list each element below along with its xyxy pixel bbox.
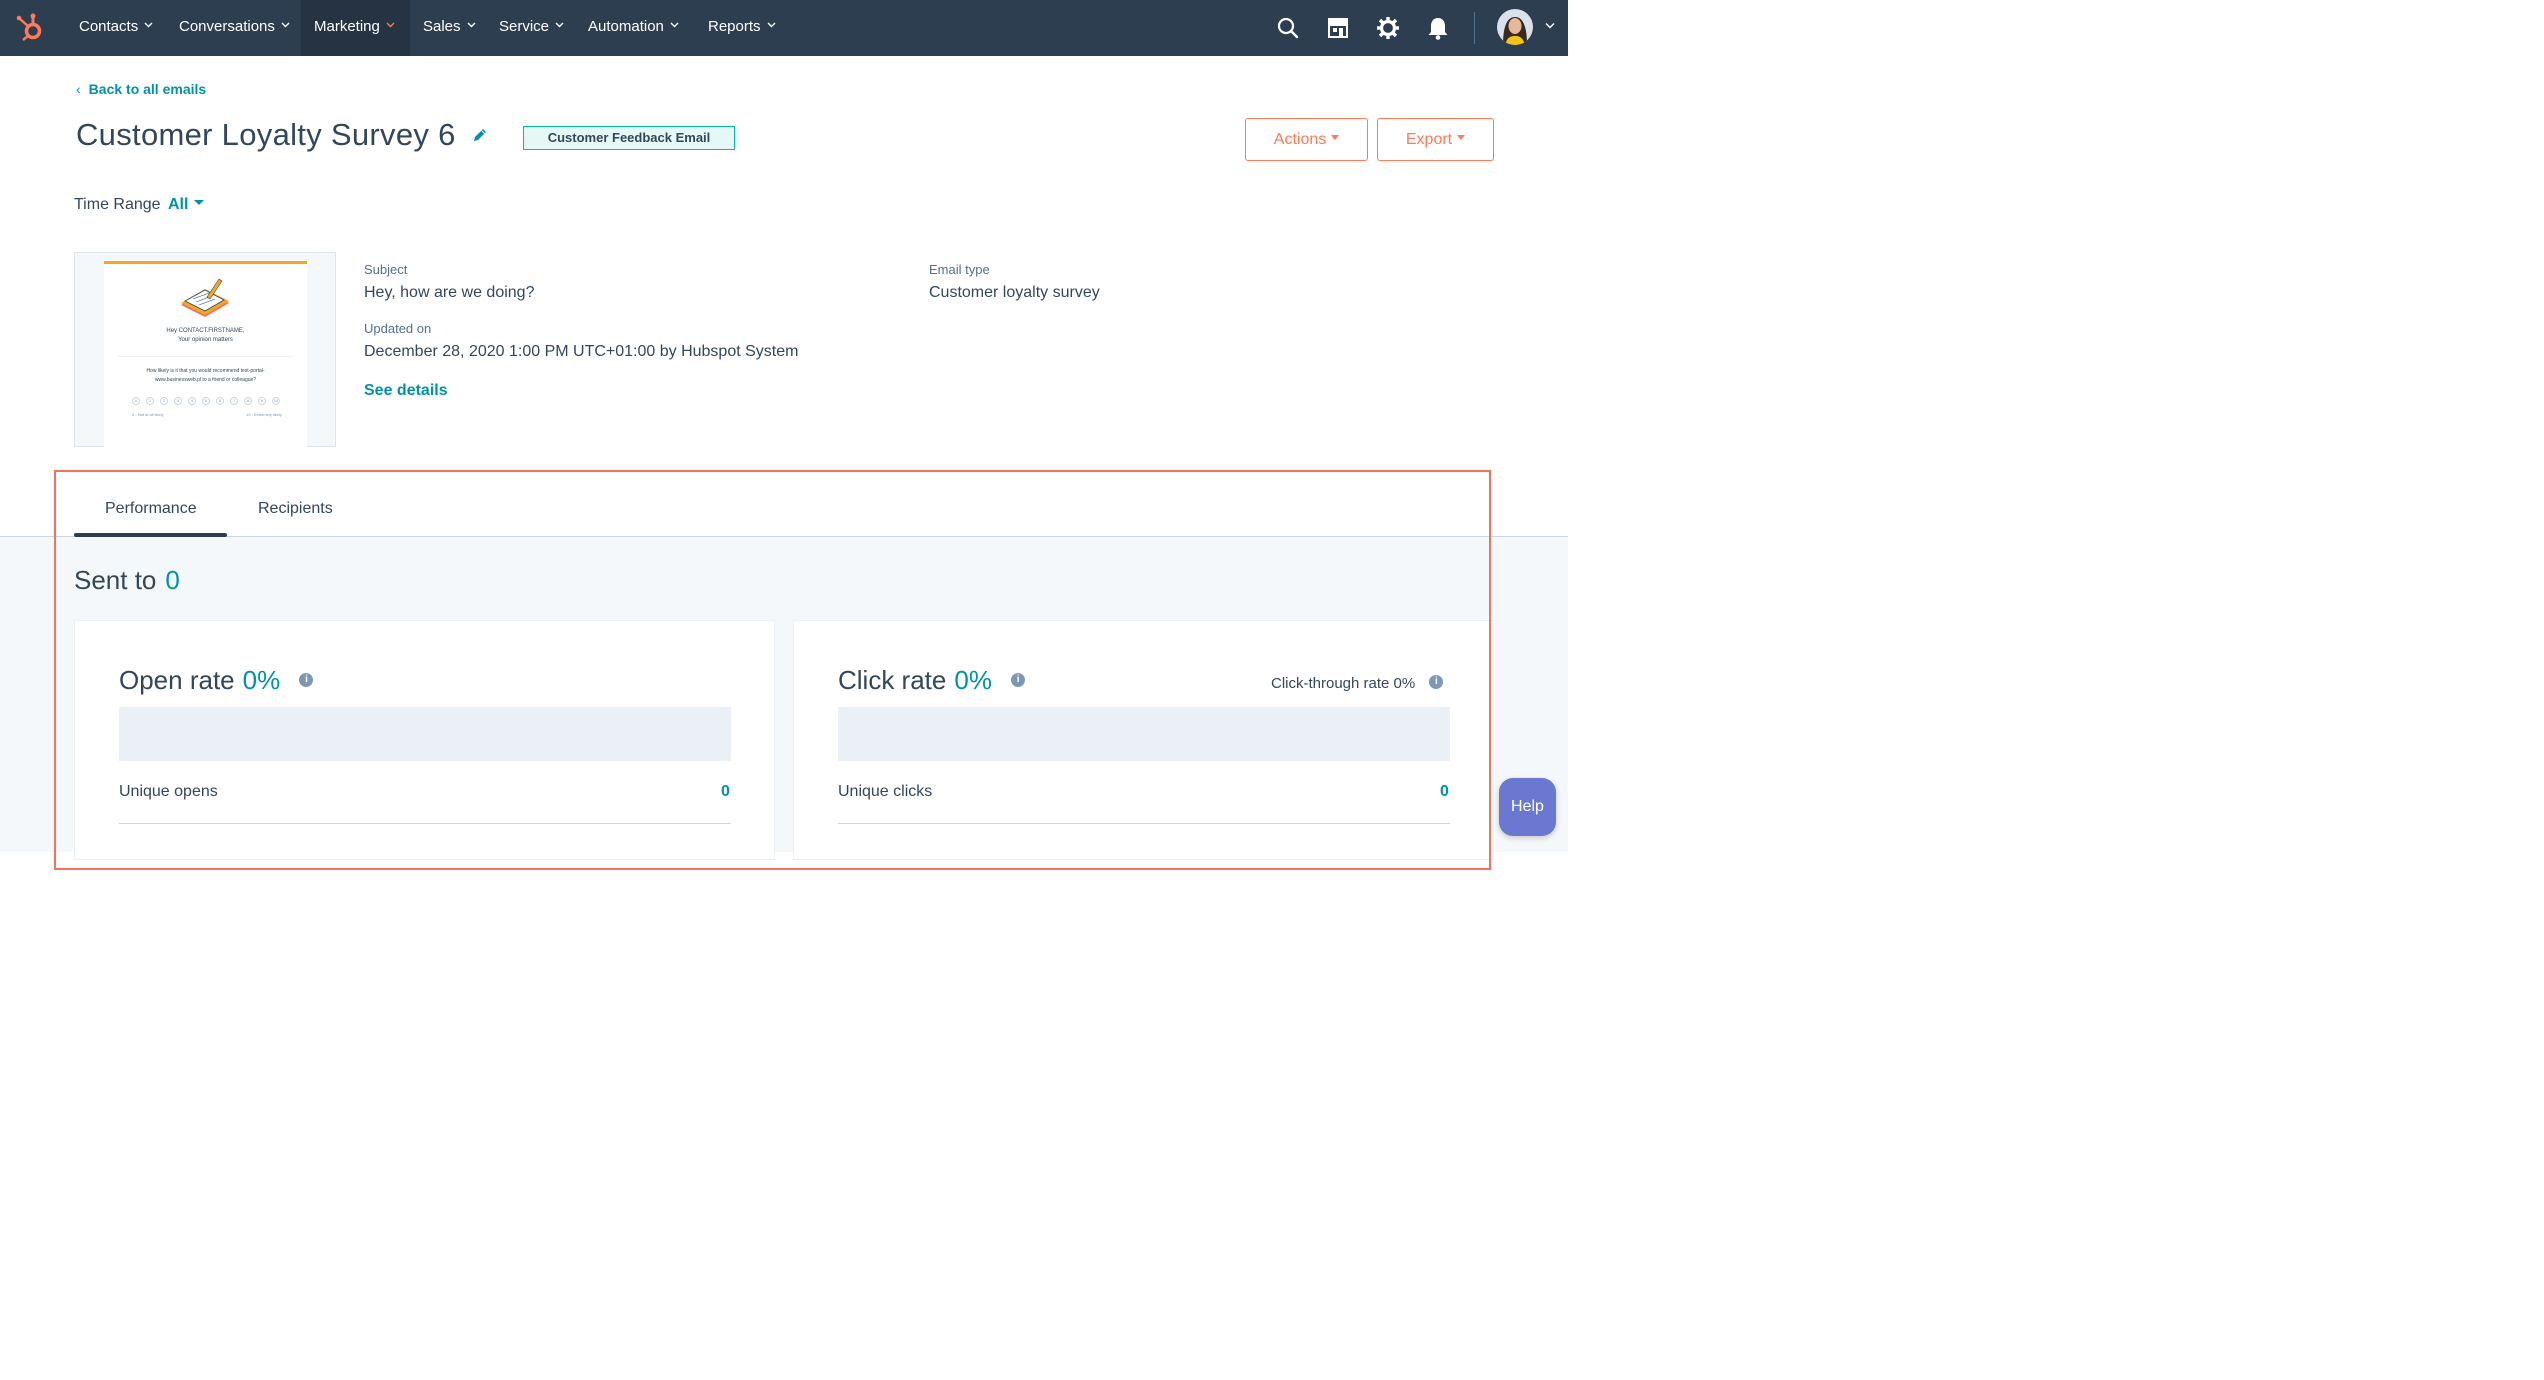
nps-option: 2 (160, 397, 168, 405)
chevron-down-icon (281, 22, 290, 28)
nav-contacts[interactable]: Contacts (79, 0, 153, 56)
email-type-value: Customer loyalty survey (929, 284, 1100, 301)
nav-marketing[interactable]: Marketing (301, 0, 410, 56)
email-preview-sheet: Hey CONTACT.FIRSTNAME, Your opinion matt… (104, 261, 307, 451)
page-title: Customer Loyalty Survey 6 (76, 117, 456, 152)
time-range-label: Time Range (74, 196, 161, 213)
survey-clipboard-illustration-icon (181, 278, 229, 317)
row-divider (838, 823, 1450, 824)
chevron-down-icon (386, 22, 395, 28)
preview-low-label: 0 - Not at all likely (132, 412, 164, 417)
subject-value: Hey, how are we doing? (364, 284, 535, 301)
tab-performance[interactable]: Performance (105, 500, 197, 518)
click-rate-card: Click rate 0% i Click-through rate 0% i U… (793, 620, 1494, 860)
open-rate-bar (119, 707, 731, 761)
nps-option: 0 (132, 397, 140, 405)
preview-divider (118, 356, 293, 357)
unique-opens-value[interactable]: 0 (721, 783, 730, 801)
updated-on-value: December 28, 2020 1:00 PM UTC+01:00 by H… (364, 343, 799, 360)
info-icon[interactable]: i (1011, 673, 1026, 688)
active-tab-indicator (74, 533, 227, 537)
nps-option: 6 (216, 397, 224, 405)
preview-question-line1: How likely is it that you would recommen… (146, 368, 265, 374)
time-range-dropdown[interactable]: All (168, 196, 205, 214)
chevron-down-icon (467, 22, 476, 28)
open-rate-value: 0% (242, 665, 281, 695)
marketplace-icon[interactable] (1325, 15, 1351, 41)
nps-option: 3 (174, 397, 182, 405)
nav-divider (1474, 12, 1475, 44)
unique-clicks-label: Unique clicks (838, 783, 933, 800)
chevron-down-icon (670, 22, 679, 28)
nav-sales[interactable]: Sales (423, 0, 476, 56)
email-preview-thumbnail[interactable]: Hey CONTACT.FIRSTNAME, Your opinion matt… (74, 252, 336, 451)
gear-icon[interactable] (1375, 15, 1401, 41)
see-details-link[interactable]: See details (364, 382, 448, 400)
email-type-label: Email type (929, 262, 990, 277)
sent-to-count[interactable]: 0 (165, 565, 179, 595)
open-rate-title: Open rate 0% i (119, 665, 314, 696)
export-button[interactable]: Export (1377, 118, 1494, 161)
search-icon[interactable] (1275, 15, 1301, 41)
user-avatar-icon (1497, 9, 1533, 45)
preview-tagline: Your opinion matters (178, 337, 233, 343)
nps-option: 5 (202, 397, 210, 405)
click-rate-title: Click rate 0% i (838, 665, 1026, 696)
click-through-rate: Click-through rate 0% i (1271, 675, 1444, 692)
nps-option: 9 (258, 397, 266, 405)
caret-down-icon (194, 200, 205, 206)
actions-button[interactable]: Actions (1245, 118, 1368, 161)
tab-recipients[interactable]: Recipients (258, 500, 333, 518)
nps-option: 1 (146, 397, 154, 405)
preview-greeting: Hey CONTACT.FIRSTNAME, (166, 328, 245, 334)
avatar[interactable] (1497, 9, 1533, 45)
nav-conversations[interactable]: Conversations (179, 0, 290, 56)
nav-service[interactable]: Service (499, 0, 564, 56)
nav-reports[interactable]: Reports (708, 0, 776, 56)
nps-option: 7 (230, 397, 238, 405)
nps-option: 8 (244, 397, 252, 405)
nps-option: 4 (188, 397, 196, 405)
updated-on-label: Updated on (364, 321, 432, 336)
bell-icon[interactable] (1425, 15, 1451, 41)
caret-down-icon (1331, 135, 1340, 141)
preview-question-line2: www.businessweb.pl to a friend or collea… (154, 377, 257, 383)
unique-opens-label: Unique opens (119, 783, 218, 800)
row-divider (119, 823, 731, 824)
pencil-edit-icon[interactable] (472, 127, 488, 143)
chevron-left-icon: ‹ (76, 81, 81, 97)
back-to-all-emails-link[interactable]: ‹ Back to all emails (76, 81, 206, 97)
open-rate-card: Open rate 0% i Unique opens 0 (74, 620, 775, 860)
click-rate-bar (838, 707, 1450, 761)
hubspot-logo-icon[interactable] (14, 10, 48, 44)
preview-nps-scale: 0 1 2 3 4 5 6 7 8 9 10 (132, 397, 282, 405)
help-button[interactable]: Help (1499, 778, 1556, 836)
nps-option: 10 (272, 397, 280, 405)
nav-automation[interactable]: Automation (588, 0, 679, 56)
click-rate-value: 0% (954, 665, 992, 695)
chevron-down-icon[interactable] (1545, 22, 1555, 29)
unique-clicks-value[interactable]: 0 (1440, 783, 1449, 801)
top-navigation: Contacts Conversations Marketing Sales S… (0, 0, 1568, 56)
info-icon[interactable]: i (299, 673, 314, 688)
subject-label: Subject (364, 262, 408, 277)
chevron-down-icon (555, 22, 564, 28)
chevron-down-icon (767, 22, 776, 28)
preview-high-label: 10 - Extremely likely (246, 412, 282, 417)
email-tag-badge[interactable]: Customer Feedback Email (523, 126, 735, 150)
sent-to-heading: Sent to 0 (74, 565, 180, 595)
info-icon[interactable]: i (1429, 675, 1444, 690)
caret-down-icon (1457, 135, 1466, 141)
chevron-down-icon (144, 22, 153, 28)
